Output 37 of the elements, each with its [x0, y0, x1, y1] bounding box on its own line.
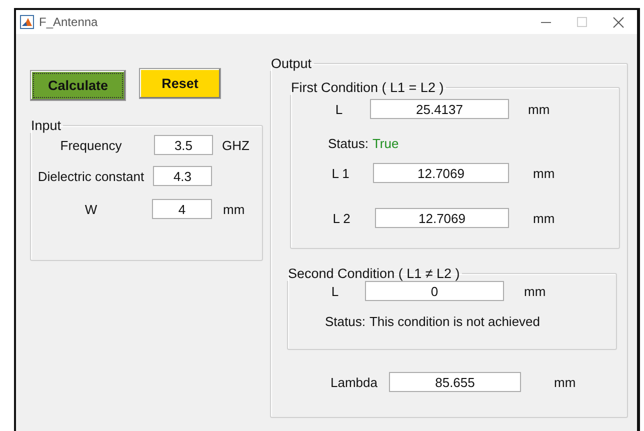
input-field[interactable]: 3.5 [154, 135, 213, 155]
field-label: L [330, 284, 340, 298]
unit-label: mm [528, 102, 550, 116]
field-label: Dielectric constant [36, 168, 146, 184]
input-field[interactable]: 4.3 [153, 166, 212, 186]
unit-label: mm [533, 166, 555, 180]
output-field: 12.7069 [375, 208, 509, 228]
field-label: Lambda [330, 374, 378, 390]
maximize-icon [577, 16, 587, 26]
panel-title: Output [270, 56, 313, 71]
panel-title: Input [30, 118, 62, 133]
field-label: L 1 [330, 166, 350, 180]
status-label: Status: [325, 314, 366, 328]
unit-label: mm [223, 202, 245, 216]
action-button[interactable]: Reset [139, 68, 221, 99]
field-label: L [334, 102, 344, 116]
close-icon[interactable] [613, 16, 624, 28]
app-icon [20, 15, 34, 29]
panel-title: First Condition ( L1 = L2 ) [290, 80, 445, 95]
output-field: 12.7069 [373, 163, 509, 183]
unit-label: mm [533, 210, 555, 226]
field-label: L 2 [332, 210, 352, 226]
status-label: Status: [328, 136, 368, 150]
action-button[interactable]: Calculate [30, 70, 126, 101]
unit-label: mm [524, 284, 546, 298]
output-field: 25.4137 [370, 99, 509, 119]
window-title: F_Antenna [39, 15, 98, 29]
status-value: True [372, 136, 399, 150]
output-field: 0 [365, 281, 504, 301]
field-label: Frequency [59, 138, 123, 152]
unit-label: mm [554, 374, 576, 390]
output-field: 85.655 [389, 372, 521, 392]
unit-label: GHZ [222, 138, 250, 152]
panel-title: Second Condition ( L1 ≠ L2 ) [287, 266, 461, 281]
field-label: W [84, 202, 98, 216]
input-field[interactable]: 4 [152, 199, 212, 219]
status-value: This condition is not achieved [369, 314, 540, 328]
